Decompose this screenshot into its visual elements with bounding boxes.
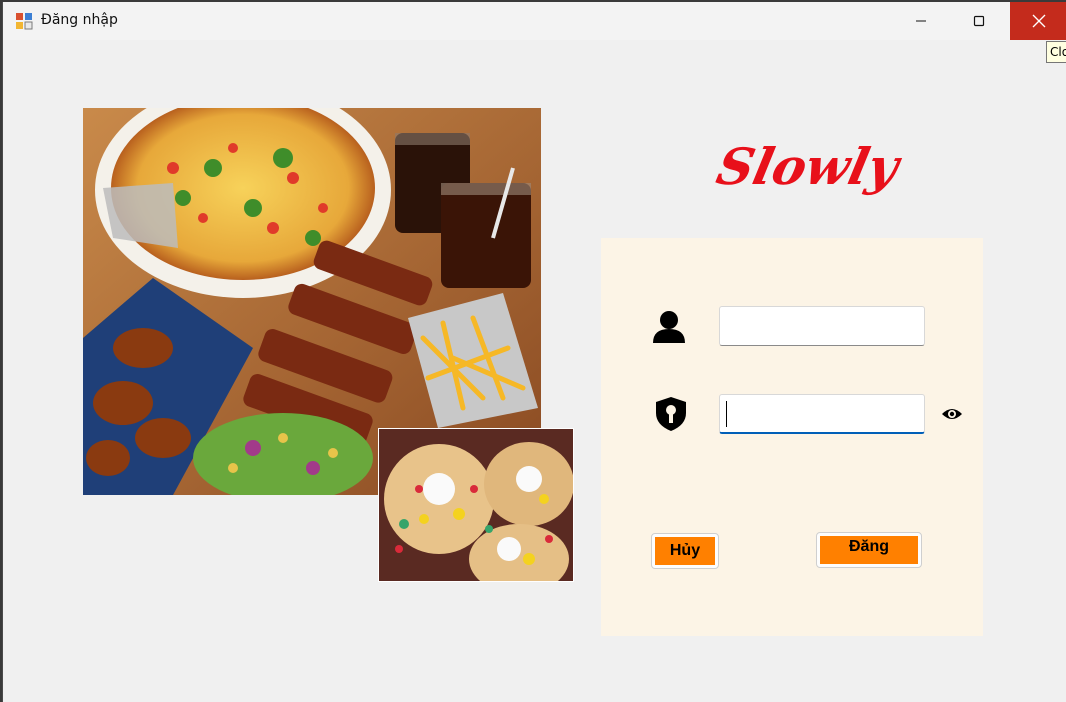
- window-title: Đăng nhập: [41, 12, 118, 28]
- login-button[interactable]: Đăng: [816, 532, 922, 568]
- close-button[interactable]: [1010, 2, 1066, 40]
- close-icon: [1032, 14, 1045, 28]
- close-tooltip: Close: [1046, 41, 1066, 63]
- maximize-button[interactable]: [956, 2, 1002, 40]
- lock-icon: [656, 397, 686, 431]
- food-photo-dessert: [378, 428, 574, 582]
- login-panel: Hủy Đăng: [601, 238, 983, 636]
- maximize-icon: [973, 15, 985, 27]
- password-input[interactable]: [719, 394, 925, 434]
- username-input[interactable]: [719, 306, 925, 346]
- cancel-button-label: Hủy: [655, 537, 715, 565]
- login-button-label: Đăng: [820, 536, 918, 564]
- cancel-button[interactable]: Hủy: [651, 533, 719, 569]
- app-icon: [16, 13, 33, 30]
- brand-logo: Slowly: [712, 138, 905, 196]
- minimize-button[interactable]: [898, 2, 944, 40]
- login-window: Đăng nhập Slowly Hủy Đăng: [2, 2, 1066, 702]
- user-icon: [653, 311, 685, 343]
- title-bar[interactable]: Đăng nhập: [3, 2, 1066, 40]
- minimize-icon: [916, 20, 926, 22]
- eye-icon[interactable]: [941, 406, 963, 422]
- logo-text: Slowly: [712, 138, 905, 196]
- text-caret: [726, 401, 727, 427]
